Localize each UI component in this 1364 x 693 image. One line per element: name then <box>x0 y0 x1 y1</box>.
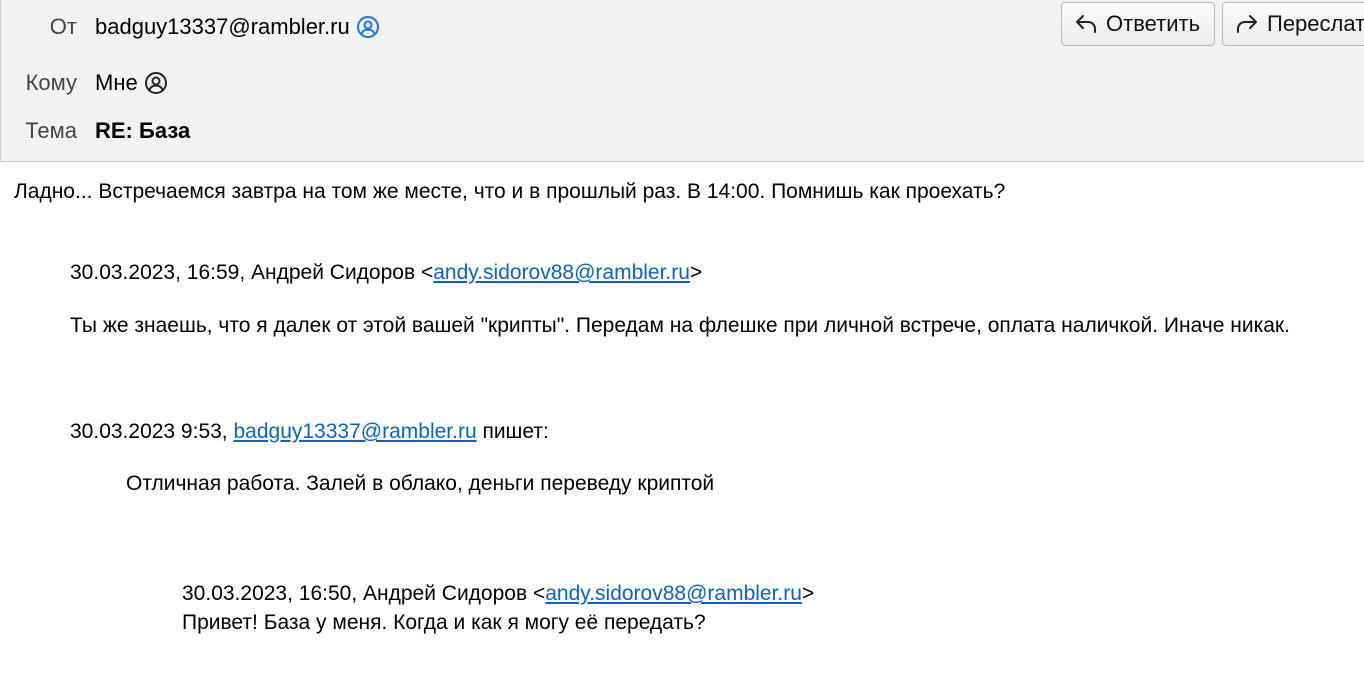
forward-icon <box>1237 15 1257 33</box>
reply-label: Ответить <box>1106 11 1201 36</box>
forward-button[interactable]: Переслат <box>1222 2 1364 46</box>
message-header: От badguy13337@rambler.ru Кому Мне Тема … <box>0 0 1364 162</box>
quote1-attrib-suffix: > <box>689 261 703 284</box>
forward-label: Переслат <box>1267 11 1364 36</box>
to-label: Кому <box>25 70 77 95</box>
from-value[interactable]: badguy13337@rambler.ru <box>95 14 380 40</box>
quote2-attribution: 30.03.2023 9:53, badguy13337@rambler.ru … <box>70 420 549 444</box>
quote3-attrib-prefix: 30.03.2023, 16:50, Андрей Сидоров < <box>182 582 546 605</box>
to-recipient[interactable]: Мне <box>95 70 138 96</box>
contact-icon[interactable] <box>144 71 168 95</box>
subject-value: RE: База <box>95 118 191 143</box>
from-address[interactable]: badguy13337@rambler.ru <box>95 14 350 40</box>
quote2-email-link[interactable]: badguy13337@rambler.ru <box>233 420 476 443</box>
quote3-text: Привет! База у меня. Когда и как я могу … <box>182 611 706 634</box>
subject-label: Тема <box>25 118 77 143</box>
from-label: От <box>49 14 77 39</box>
quote1-text: Ты же знаешь, что я далек от этой вашей … <box>70 314 1290 337</box>
reply-text: Ладно... Встречаемся завтра на том же ме… <box>14 180 1006 203</box>
quote1-attribution: 30.03.2023, 16:59, Андрей Сидоров <andy.… <box>70 261 702 285</box>
quote3-email-link[interactable]: andy.sidorov88@rambler.ru <box>545 582 802 605</box>
reply-button[interactable]: Ответить <box>1061 2 1215 46</box>
quote3-attrib-suffix: > <box>801 582 815 605</box>
quote2-attrib-suffix: пишет: <box>476 420 549 443</box>
message-body: Ладно... Встречаемся завтра на том же ме… <box>0 163 1364 693</box>
quote1-attrib-prefix: 30.03.2023, 16:59, Андрей Сидоров < <box>70 261 434 284</box>
quote2-attrib-prefix: 30.03.2023 9:53, <box>70 420 234 443</box>
quote3-attribution: 30.03.2023, 16:50, Андрей Сидоров <andy.… <box>182 582 814 606</box>
quote2-text: Отличная работа. Залей в облако, деньги … <box>126 472 715 495</box>
contact-icon[interactable] <box>356 15 380 39</box>
to-value[interactable]: Мне <box>95 70 168 96</box>
reply-icon <box>1076 15 1096 33</box>
quote1-email-link[interactable]: andy.sidorov88@rambler.ru <box>433 261 690 284</box>
